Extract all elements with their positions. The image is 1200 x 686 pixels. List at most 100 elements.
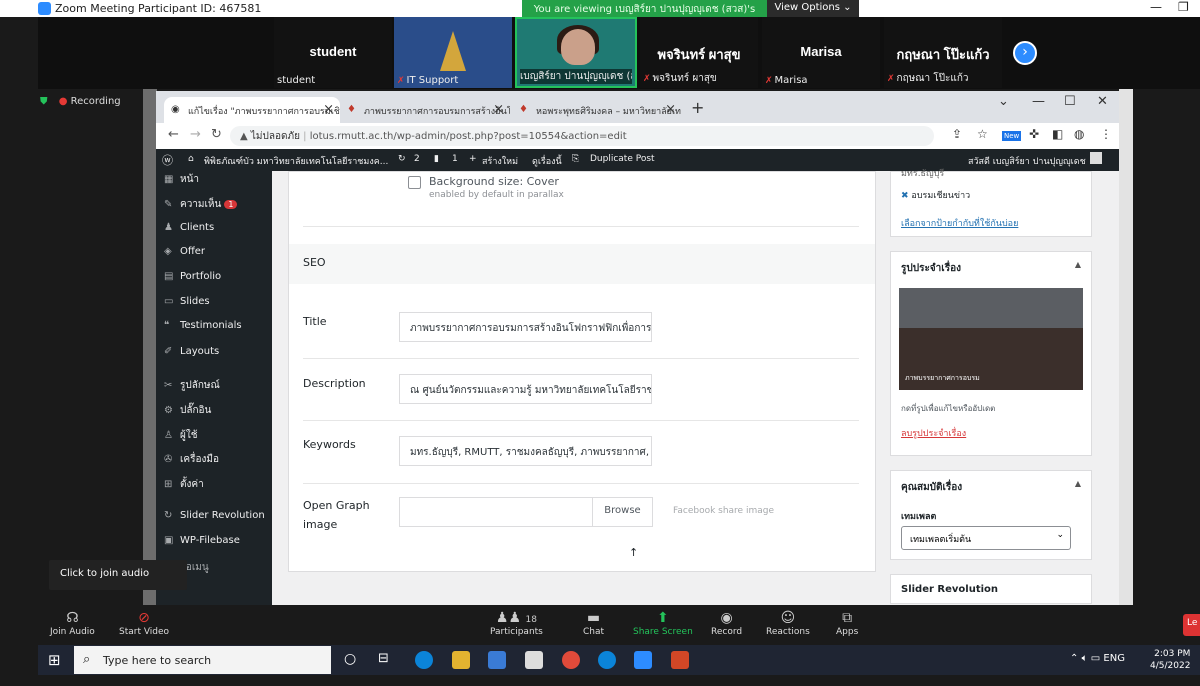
bookmark-star-icon[interactable]: ☆ [977, 127, 988, 141]
powerpoint-icon[interactable] [671, 651, 689, 669]
chrome-icon[interactable] [562, 651, 580, 669]
tab-search-icon[interactable]: ⌄ [998, 94, 1009, 109]
participant-tile[interactable]: ✗ IT Support [394, 17, 512, 88]
mail-icon[interactable] [525, 651, 543, 669]
participants-button[interactable]: ♟♟ 18 Participants [490, 610, 543, 637]
share-screen-button[interactable]: ⬆ Share Screen [633, 610, 693, 637]
updates-count[interactable]: 2 [414, 154, 420, 164]
back-icon[interactable]: ← [168, 127, 179, 142]
reload-icon[interactable]: ↻ [211, 127, 222, 142]
file-explorer-icon[interactable] [452, 651, 470, 669]
title-input[interactable]: ภาพบรรยากาศการอบรมการสร้างอินโฟกราฟฟิกเพ… [399, 312, 652, 342]
updates-icon[interactable]: ↻ [398, 154, 406, 164]
record-button[interactable]: ◉ Record [711, 610, 742, 637]
join-audio-button[interactable]: ☊ Join Audio [50, 610, 95, 637]
minimize-icon[interactable]: — [1150, 0, 1162, 14]
apps-button[interactable]: ⧉ Apps [836, 610, 858, 637]
share-icon[interactable]: ⇪ [952, 127, 962, 141]
collapse-icon[interactable]: ▲ [1075, 479, 1081, 488]
leave-button[interactable]: Le [1183, 614, 1200, 636]
duplicate-icon[interactable]: ⎘ [572, 154, 579, 164]
close-icon[interactable]: × [323, 102, 334, 117]
edge-icon[interactable] [598, 651, 616, 669]
duplicate-post-link[interactable]: Duplicate Post [590, 154, 655, 164]
shared-screen-edge [1119, 89, 1133, 607]
plus-icon[interactable]: + [469, 154, 477, 164]
tab-museum[interactable]: ♦ หอพระพุทธศิริมงคล – มหาวิทยาลัยเท × [512, 97, 682, 123]
close-icon[interactable]: × [665, 102, 676, 117]
wp-menu-item[interactable]: ✎ ความเห็น 1 [164, 197, 238, 212]
zoom-app-icon[interactable] [634, 651, 652, 669]
task-view-icon[interactable]: ○ [344, 651, 362, 669]
greeting-link[interactable]: สวัสดี เบญสิร์ยา ปานปุญญุเดช [968, 154, 1086, 168]
taskbar-search[interactable]: ⌕ Type here to search [74, 646, 331, 674]
sidepanel-icon[interactable]: ◧ [1052, 127, 1063, 141]
participant-tile[interactable]: พจรินทร์ ผาสุข ✗ พจรินทร์ ผาสุข [640, 17, 758, 88]
avatar[interactable] [1090, 152, 1102, 164]
profile-icon[interactable]: ◍ [1074, 127, 1084, 141]
participant-tile[interactable]: กฤษณา โป๊ะแก้ว ✗ กฤษณา โป๊ะแก้ว [884, 17, 1002, 88]
browse-button[interactable]: Browse [592, 497, 652, 527]
description-input[interactable]: ณ ศูนย์นวัตกรรมและความรู้ มหาวิทยาลัยเทค… [399, 374, 652, 404]
comments-icon[interactable]: ▮ [434, 154, 439, 164]
participant-tile[interactable]: Marisa ✗ Marisa [762, 17, 880, 88]
presenter-tile[interactable]: เบญสิร์ยา ปานปุญญุเดช (สวส) [515, 17, 637, 88]
site-name-link[interactable]: พิพิธภัณฑ์บัว มหาวิทยาลัยเทคโนโลยีราชมงค… [204, 154, 388, 168]
wp-menu-item[interactable]: ▦ หน้า [164, 172, 199, 187]
wp-menu-item[interactable]: ✐ Layouts [164, 346, 219, 357]
scroll-up-arrow-icon[interactable]: ↑ [629, 546, 638, 559]
comments-count[interactable]: 1 [452, 154, 458, 164]
view-options-button[interactable]: View Options ⌄ [767, 0, 859, 17]
minimize-icon[interactable]: — [1032, 94, 1045, 109]
collapse-icon[interactable]: ▲ [1075, 260, 1081, 269]
wp-menu-item[interactable]: ▣ WP-Filebase [164, 535, 240, 546]
system-tray[interactable]: ⌃ 🔈︎ ▭ ENG [1070, 653, 1125, 664]
featured-image[interactable]: ภาพบรรยากาศการอบรม [899, 288, 1083, 390]
windows-start-icon[interactable]: ⊞ [48, 651, 61, 669]
wp-menu-item[interactable]: ◈ Offer [164, 246, 205, 257]
restore-icon[interactable]: ❐ [1178, 0, 1189, 14]
tab-infographic[interactable]: ♦ ภาพบรรยากาศการอบรมการสร้างอินโฟ × [340, 97, 510, 123]
wp-menu-item[interactable]: ♙ ผู้ใช้ [164, 428, 198, 443]
view-post-link[interactable]: ดูเรื่องนี้ [532, 154, 562, 168]
chat-button[interactable]: ▬ Chat [583, 610, 604, 637]
tab-edit-post[interactable]: ◉ แก้ไขเรื่อง "ภาพบรรยากาศการอบรมเชิ × [164, 97, 340, 123]
new-content-link[interactable]: สร้างใหม่ [482, 154, 518, 168]
wp-menu-item[interactable]: ▤ Portfolio [164, 271, 221, 282]
url-field[interactable]: ▲ ไม่ปลอดภัย | lotus.rmutt.ac.th/wp-admi… [230, 126, 934, 146]
wp-menu-item[interactable]: ❝ Testimonials [164, 320, 242, 331]
taskbar-clock[interactable]: 2:03 PM 4/5/2022 [1150, 648, 1190, 672]
widgets-icon[interactable]: ⊟ [378, 651, 396, 669]
wp-menu-item[interactable]: ⊞ ตั้งค่า [164, 477, 204, 492]
edge-icon[interactable] [415, 651, 433, 669]
close-icon[interactable]: × [493, 102, 504, 117]
extension-new-badge[interactable]: New [1002, 131, 1022, 141]
keywords-input[interactable]: มทร.ธัญบุรี, RMUTT, ราชมงคลธัญบุรี, ภาพบ… [399, 436, 652, 466]
template-select[interactable]: เทมเพลตเริ่มต้น ⌄ [901, 526, 1071, 550]
start-video-button[interactable]: ⊘ Start Video [119, 610, 169, 637]
next-page-icon[interactable]: › [1013, 41, 1037, 65]
close-window-icon[interactable]: ✕ [1097, 94, 1108, 109]
wp-menu-item[interactable]: ✂ รูปลักษณ์ [164, 378, 220, 393]
wp-menu-item[interactable]: ⚙ ปลั๊กอิน [164, 403, 211, 418]
wp-menu-item[interactable]: ♟ Clients [164, 222, 214, 233]
wp-menu-item[interactable]: ✇ เครื่องมือ [164, 452, 219, 467]
background-size-checkbox[interactable] [408, 176, 421, 189]
choose-tags-link[interactable]: เลือกจากป้ายกำกับที่ใช้กันบ่อย [901, 216, 1018, 230]
forward-icon[interactable]: → [190, 127, 201, 142]
remove-tag-icon[interactable]: ✖ [901, 191, 909, 201]
wp-menu-item[interactable]: ▭ Slides [164, 296, 210, 307]
reactions-button[interactable]: ☺ Reactions [766, 610, 810, 637]
remove-featured-image-link[interactable]: ลบรูปประจำเรื่อง [901, 426, 966, 440]
store-icon[interactable] [488, 651, 506, 669]
kebab-menu-icon[interactable]: ⋮ [1100, 127, 1112, 141]
puzzle-icon[interactable]: ✜ [1029, 127, 1039, 141]
wordpress-logo-icon[interactable]: ⓦ [162, 152, 173, 168]
muted-mic-icon: ✗ [643, 74, 651, 84]
home-icon[interactable]: ⌂ [188, 154, 194, 164]
participant-tile[interactable]: student student [274, 17, 392, 88]
apps-icon: ⧉ [842, 610, 853, 626]
wp-menu-item[interactable]: ↻ Slider Revolution [164, 510, 265, 521]
new-tab-icon[interactable]: + [691, 98, 704, 117]
maximize-icon[interactable]: ☐ [1064, 94, 1076, 109]
